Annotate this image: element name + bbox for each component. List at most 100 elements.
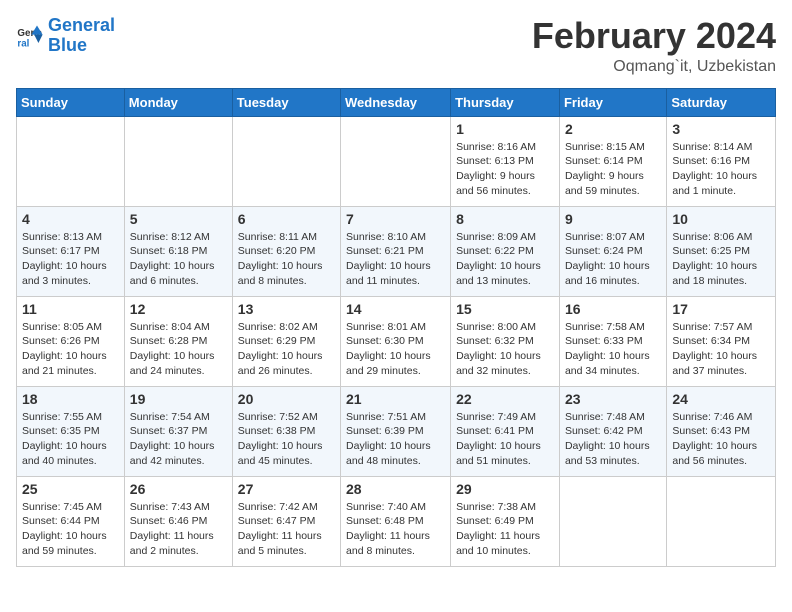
calendar-cell: 3 Sunrise: 8:14 AMSunset: 6:16 PMDaylight… [667, 116, 776, 206]
calendar-cell: 15Sunrise: 8:00 AMSunset: 6:32 PMDayligh… [451, 296, 560, 386]
day-info: Sunrise: 8:10 AMSunset: 6:21 PMDaylight:… [346, 230, 445, 289]
day-info: Sunrise: 8:01 AMSunset: 6:30 PMDaylight:… [346, 320, 445, 379]
calendar-body: 1Sunrise: 8:16 AMSunset: 6:13 PMDaylight… [17, 116, 776, 566]
day-info: Sunrise: 8:04 AMSunset: 6:28 PMDaylight:… [130, 320, 227, 379]
calendar-cell: 27 Sunrise: 7:42 AMSunset: 6:47 PMDayligh… [232, 476, 340, 566]
calendar-cell: 22 Sunrise: 7:49 AMSunset: 6:41 PMDayligh… [451, 386, 560, 476]
calendar-cell [559, 476, 666, 566]
day-info: Sunrise: 7:45 AMSunset: 6:44 PMDaylight:… [22, 500, 119, 559]
calendar-cell: 14 Sunrise: 8:01 AMSunset: 6:30 PMDayligh… [341, 296, 451, 386]
day-header-monday: Monday [124, 88, 232, 116]
day-info: Sunrise: 7:43 AMSunset: 6:46 PMDaylight:… [130, 500, 227, 559]
day-number: 3 [672, 121, 770, 137]
day-number: 27 [238, 481, 335, 497]
calendar-cell: 1Sunrise: 8:16 AMSunset: 6:13 PMDaylight… [451, 116, 560, 206]
day-info: Sunrise: 8:09 AMSunset: 6:22 PMDaylight:… [456, 230, 554, 289]
calendar-week-1: 1Sunrise: 8:16 AMSunset: 6:13 PMDaylight… [17, 116, 776, 206]
calendar-cell: 5 Sunrise: 8:12 AMSunset: 6:18 PMDaylight… [124, 206, 232, 296]
day-info: Sunrise: 7:46 AMSunset: 6:43 PMDaylight:… [672, 410, 770, 469]
logo-name: GeneralBlue [48, 16, 115, 56]
calendar-cell: 7 Sunrise: 8:10 AMSunset: 6:21 PMDaylight… [341, 206, 451, 296]
day-number: 21 [346, 391, 445, 407]
day-number: 20 [238, 391, 335, 407]
day-number: 28 [346, 481, 445, 497]
day-header-sunday: Sunday [17, 88, 125, 116]
calendar-table: SundayMondayTuesdayWednesdayThursdayFrid… [16, 88, 776, 567]
page-header: Gene ral GeneralBlue February 2024 Oqman… [16, 16, 776, 76]
day-info: Sunrise: 7:54 AMSunset: 6:37 PMDaylight:… [130, 410, 227, 469]
calendar-header-row: SundayMondayTuesdayWednesdayThursdayFrid… [17, 88, 776, 116]
calendar-cell [17, 116, 125, 206]
day-number: 14 [346, 301, 445, 317]
day-info: Sunrise: 8:00 AMSunset: 6:32 PMDaylight:… [456, 320, 554, 379]
calendar-cell: 19 Sunrise: 7:54 AMSunset: 6:37 PMDayligh… [124, 386, 232, 476]
calendar-cell: 10 Sunrise: 8:06 AMSunset: 6:25 PMDayligh… [667, 206, 776, 296]
calendar-cell: 17 Sunrise: 7:57 AMSunset: 6:34 PMDayligh… [667, 296, 776, 386]
day-info: Sunrise: 8:16 AMSunset: 6:13 PMDaylight:… [456, 140, 554, 199]
calendar-cell: 13Sunrise: 8:02 AMSunset: 6:29 PMDayligh… [232, 296, 340, 386]
day-header-thursday: Thursday [451, 88, 560, 116]
calendar-cell: 25 Sunrise: 7:45 AMSunset: 6:44 PMDayligh… [17, 476, 125, 566]
calendar-cell: 8Sunrise: 8:09 AMSunset: 6:22 PMDaylight… [451, 206, 560, 296]
day-number: 7 [346, 211, 445, 227]
day-number: 6 [238, 211, 335, 227]
day-info: Sunrise: 7:49 AMSunset: 6:41 PMDaylight:… [456, 410, 554, 469]
day-number: 24 [672, 391, 770, 407]
day-number: 9 [565, 211, 661, 227]
day-info: Sunrise: 7:55 AMSunset: 6:35 PMDaylight:… [22, 410, 119, 469]
location-subtitle: Oqmang`it, Uzbekistan [532, 58, 776, 76]
day-info: Sunrise: 8:07 AMSunset: 6:24 PMDaylight:… [565, 230, 661, 289]
day-number: 12 [130, 301, 227, 317]
calendar-cell: 20Sunrise: 7:52 AMSunset: 6:38 PMDayligh… [232, 386, 340, 476]
calendar-cell [232, 116, 340, 206]
calendar-week-3: 11 Sunrise: 8:05 AMSunset: 6:26 PMDayligh… [17, 296, 776, 386]
calendar-cell: 2Sunrise: 8:15 AMSunset: 6:14 PMDaylight… [559, 116, 666, 206]
day-number: 4 [22, 211, 119, 227]
calendar-cell: 23Sunrise: 7:48 AMSunset: 6:42 PMDayligh… [559, 386, 666, 476]
day-info: Sunrise: 8:12 AMSunset: 6:18 PMDaylight:… [130, 230, 227, 289]
calendar-cell: 18Sunrise: 7:55 AMSunset: 6:35 PMDayligh… [17, 386, 125, 476]
day-number: 10 [672, 211, 770, 227]
day-info: Sunrise: 7:51 AMSunset: 6:39 PMDaylight:… [346, 410, 445, 469]
day-number: 17 [672, 301, 770, 317]
calendar-cell: 16 Sunrise: 7:58 AMSunset: 6:33 PMDayligh… [559, 296, 666, 386]
day-number: 29 [456, 481, 554, 497]
day-info: Sunrise: 8:14 AMSunset: 6:16 PMDaylight:… [672, 140, 770, 199]
logo-icon: Gene ral [16, 22, 44, 50]
day-number: 25 [22, 481, 119, 497]
day-number: 19 [130, 391, 227, 407]
logo: Gene ral GeneralBlue [16, 16, 115, 56]
month-title: February 2024 [532, 16, 776, 56]
calendar-week-5: 25 Sunrise: 7:45 AMSunset: 6:44 PMDayligh… [17, 476, 776, 566]
day-info: Sunrise: 7:57 AMSunset: 6:34 PMDaylight:… [672, 320, 770, 379]
day-info: Sunrise: 7:40 AMSunset: 6:48 PMDaylight:… [346, 500, 445, 559]
day-header-saturday: Saturday [667, 88, 776, 116]
calendar-cell: 4 Sunrise: 8:13 AMSunset: 6:17 PMDaylight… [17, 206, 125, 296]
day-info: Sunrise: 8:15 AMSunset: 6:14 PMDaylight:… [565, 140, 661, 199]
day-info: Sunrise: 8:05 AMSunset: 6:26 PMDaylight:… [22, 320, 119, 379]
day-info: Sunrise: 8:13 AMSunset: 6:17 PMDaylight:… [22, 230, 119, 289]
day-info: Sunrise: 8:02 AMSunset: 6:29 PMDaylight:… [238, 320, 335, 379]
calendar-week-4: 18Sunrise: 7:55 AMSunset: 6:35 PMDayligh… [17, 386, 776, 476]
day-info: Sunrise: 8:11 AMSunset: 6:20 PMDaylight:… [238, 230, 335, 289]
day-number: 22 [456, 391, 554, 407]
calendar-cell: 28 Sunrise: 7:40 AMSunset: 6:48 PMDayligh… [341, 476, 451, 566]
day-number: 11 [22, 301, 119, 317]
calendar-cell: 12 Sunrise: 8:04 AMSunset: 6:28 PMDayligh… [124, 296, 232, 386]
day-info: Sunrise: 7:58 AMSunset: 6:33 PMDaylight:… [565, 320, 661, 379]
calendar-cell [124, 116, 232, 206]
day-header-wednesday: Wednesday [341, 88, 451, 116]
day-info: Sunrise: 7:38 AMSunset: 6:49 PMDaylight:… [456, 500, 554, 559]
day-info: Sunrise: 8:06 AMSunset: 6:25 PMDaylight:… [672, 230, 770, 289]
calendar-cell: 21 Sunrise: 7:51 AMSunset: 6:39 PMDayligh… [341, 386, 451, 476]
day-number: 16 [565, 301, 661, 317]
day-info: Sunrise: 7:48 AMSunset: 6:42 PMDaylight:… [565, 410, 661, 469]
calendar-cell [341, 116, 451, 206]
day-info: Sunrise: 7:42 AMSunset: 6:47 PMDaylight:… [238, 500, 335, 559]
calendar-cell: 29 Sunrise: 7:38 AMSunset: 6:49 PMDayligh… [451, 476, 560, 566]
calendar-cell [667, 476, 776, 566]
day-number: 26 [130, 481, 227, 497]
svg-text:ral: ral [17, 38, 29, 49]
day-number: 5 [130, 211, 227, 227]
calendar-cell: 9 Sunrise: 8:07 AMSunset: 6:24 PMDaylight… [559, 206, 666, 296]
